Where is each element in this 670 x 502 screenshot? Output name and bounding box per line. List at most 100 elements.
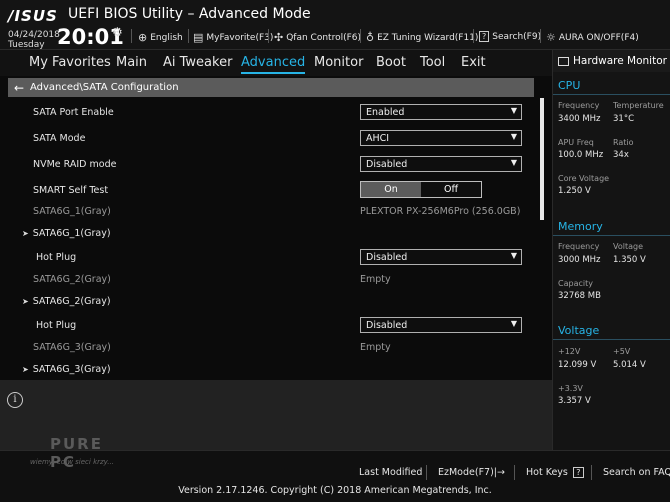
info-label: SATA6G_3(Gray): [33, 342, 111, 353]
cpu-temperature-value: 31°C: [613, 114, 635, 124]
dropdown-value: Enabled: [366, 107, 405, 118]
version-text: Version 2.17.1246. Copyright (C) 2018 Am…: [178, 485, 492, 496]
header-bar: /ISUS UEFI BIOS Utility – Advanced Mode …: [0, 0, 670, 50]
v12-value: 12.099 V: [558, 360, 597, 370]
chevron-right-icon: ➤: [22, 365, 29, 374]
chevron-down-icon: ▼: [510, 319, 517, 328]
info-row-sata2: SATA6G_2(Gray) Empty: [0, 268, 534, 290]
memory-frequency-label: Frequency: [558, 242, 600, 251]
info-icon: i: [7, 392, 23, 408]
setting-row-sata-mode[interactable]: SATA Mode AHCI ▼: [0, 127, 534, 149]
setting-row-nvme-raid[interactable]: NVMe RAID mode Disabled ▼: [0, 153, 534, 175]
setting-label: SMART Self Test: [33, 185, 109, 196]
setting-label: Hot Plug: [36, 320, 77, 331]
tab-advanced[interactable]: Advanced: [241, 55, 306, 74]
nvme-raid-dropdown[interactable]: Disabled ▼: [360, 156, 522, 172]
globe-icon: ⊕: [138, 31, 148, 44]
settings-list: SATA Port Enable Enabled ▼ SATA Mode AHC…: [0, 98, 552, 378]
memory-capacity-value: 32768 MB: [558, 291, 601, 301]
ez-tuning-wizard-button[interactable]: ♁ EZ Tuning Wizard(F11): [366, 31, 478, 44]
setting-row-sata1-hotplug[interactable]: Hot Plug Disabled ▼: [0, 246, 534, 268]
qfan-label: Qfan Control(F6): [286, 32, 362, 43]
chevron-down-icon: ▼: [510, 132, 517, 141]
setting-row-sata-port-enable[interactable]: SATA Port Enable Enabled ▼: [0, 101, 534, 123]
memory-heading: Memory: [558, 220, 603, 233]
setting-row-smart-self-test[interactable]: SMART Self Test On Off: [0, 179, 534, 201]
v33-label: +3.3V: [558, 384, 583, 393]
tab-monitor[interactable]: Monitor: [314, 55, 363, 70]
submenu-row-sata3[interactable]: ➤ SATA6G_3(Gray): [0, 358, 534, 378]
submenu-row-sata1[interactable]: ➤ SATA6G_1(Gray): [0, 222, 534, 244]
chevron-right-icon: ➤: [22, 229, 29, 238]
tab-boot[interactable]: Boot: [376, 55, 406, 70]
tab-my-favorites[interactable]: My Favorites: [29, 55, 111, 70]
info-row-sata3: SATA6G_3(Gray) Empty: [0, 336, 534, 358]
tab-exit[interactable]: Exit: [461, 55, 486, 70]
cpu-ratio-value: 34x: [613, 150, 629, 160]
footer-bar: PURE PC wiemy, co w sieci krzy... Last M…: [0, 435, 670, 502]
footer-divider: [591, 465, 592, 480]
memory-capacity-label: Capacity: [558, 279, 593, 288]
header-divider: [360, 29, 361, 43]
monitor-icon: [558, 56, 569, 66]
ez-tuning-label: EZ Tuning Wizard(F11): [377, 32, 479, 43]
ezmode-button[interactable]: EzMode(F7)|→: [438, 467, 505, 478]
search-faq-button[interactable]: Search on FAQ: [603, 467, 670, 478]
footer-divider: [426, 465, 427, 480]
memory-voltage-label: Voltage: [613, 242, 644, 251]
header-divider: [268, 29, 269, 43]
tab-tool[interactable]: Tool: [420, 55, 445, 70]
toggle-off-option[interactable]: Off: [421, 182, 481, 197]
submenu-label-wrap: ➤ SATA6G_2(Gray): [22, 296, 111, 307]
submenu-row-sata2[interactable]: ➤ SATA6G_2(Gray): [0, 290, 534, 312]
breadcrumb-path: Advanced\SATA Configuration: [30, 82, 179, 93]
cpu-frequency-label: Frequency: [558, 101, 600, 110]
chevron-down-icon: ▼: [510, 251, 517, 260]
sata2-hotplug-dropdown[interactable]: Disabled ▼: [360, 317, 522, 333]
search-label: Search(F9): [492, 31, 542, 42]
sata-mode-dropdown[interactable]: AHCI ▼: [360, 130, 522, 146]
fan-icon: ✣: [274, 31, 284, 44]
sata1-hotplug-dropdown[interactable]: Disabled ▼: [360, 249, 522, 265]
setting-row-sata2-hotplug[interactable]: Hot Plug Disabled ▼: [0, 314, 534, 336]
v33-value: 3.357 V: [558, 396, 591, 406]
app-title: UEFI BIOS Utility – Advanced Mode: [68, 6, 311, 22]
info-value: Empty: [360, 342, 391, 353]
setting-label: NVMe RAID mode: [33, 159, 117, 170]
dropdown-value: Disabled: [366, 320, 408, 331]
clock-settings-icon[interactable]: ⚙: [112, 25, 123, 39]
core-voltage-value: 1.250 V: [558, 186, 591, 196]
header-divider: [131, 29, 132, 43]
section-divider: [553, 94, 670, 95]
aura-label: AURA ON/OFF(F4): [558, 32, 639, 43]
submenu-label: SATA6G_3(Gray): [32, 364, 111, 375]
memory-voltage-value: 1.350 V: [613, 255, 646, 265]
aura-button[interactable]: ☼ AURA ON/OFF(F4): [546, 31, 639, 44]
tab-main[interactable]: Main: [116, 55, 147, 70]
lightbulb-icon: ♁: [366, 31, 375, 44]
voltage-heading: Voltage: [558, 324, 600, 337]
chevron-down-icon: ▼: [510, 158, 517, 167]
back-arrow-icon[interactable]: ←: [8, 81, 30, 95]
language-button[interactable]: ⊕ English: [138, 31, 183, 44]
search-button[interactable]: ? Search(F9): [479, 31, 541, 42]
hot-keys-button[interactable]: Hot Keys ?: [526, 467, 584, 478]
hardware-monitor-title: Hardware Monitor: [573, 55, 667, 67]
qfan-control-button[interactable]: ✣ Qfan Control(F6): [274, 31, 361, 44]
toggle-on-option[interactable]: On: [361, 182, 421, 197]
breadcrumb[interactable]: ← Advanced\SATA Configuration: [8, 78, 534, 97]
hot-keys-label: Hot Keys: [526, 467, 568, 478]
scrollbar[interactable]: [540, 98, 544, 220]
smart-self-test-toggle[interactable]: On Off: [360, 181, 482, 198]
sata-port-enable-dropdown[interactable]: Enabled ▼: [360, 104, 522, 120]
apu-freq-value: 100.0 MHz: [558, 150, 604, 160]
cpu-frequency-value: 3400 MHz: [558, 114, 601, 124]
core-voltage-label: Core Voltage: [558, 174, 610, 183]
last-modified-button[interactable]: Last Modified: [359, 467, 422, 478]
myfavorite-button[interactable]: ▤ MyFavorite(F3): [193, 31, 273, 44]
setting-label: SATA Mode: [33, 133, 86, 144]
cpu-ratio-label: Ratio: [613, 138, 634, 147]
myfavorite-icon: ▤: [193, 31, 204, 44]
tab-ai-tweaker[interactable]: Ai Tweaker: [163, 55, 232, 70]
apu-freq-label: APU Freq: [558, 138, 594, 147]
